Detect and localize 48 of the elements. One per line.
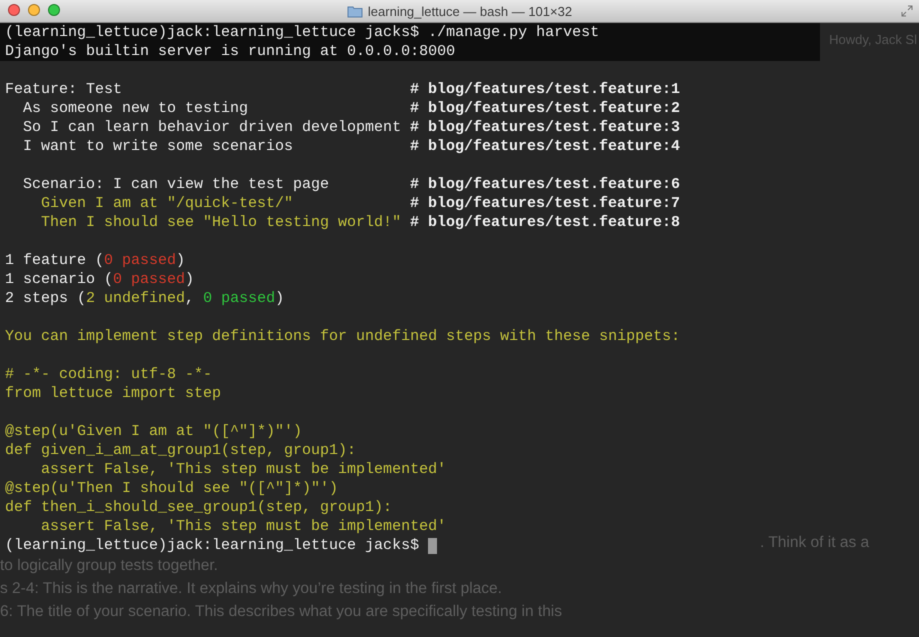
terminal-comment: # blog/features/test.feature:8	[410, 213, 680, 232]
window-title: learning_lettuce — bash — 101×32	[346, 4, 572, 18]
terminal-text: Scenario: I can view the test page	[22, 176, 330, 193]
terminal-text: @step(u'Then I should see "([^"]*)"')	[5, 479, 338, 498]
terminal-text: ,	[185, 289, 196, 308]
terminal-comment: # blog/features/test.feature:4	[410, 137, 680, 156]
text-cursor	[428, 538, 438, 554]
terminal-text: 0 passed	[113, 270, 186, 289]
close-button[interactable]	[8, 4, 20, 16]
terminal-text: @step(u'Given I am at "([^"]*)"')	[5, 422, 302, 441]
terminal-text: 1 scenario (	[5, 270, 114, 289]
terminal-text: You can implement step definitions for undefined steps with these snippets:	[5, 327, 680, 346]
terminal-text: def given_i_am_at_group1(step, group1):	[5, 441, 356, 460]
resize-icon[interactable]	[901, 5, 913, 17]
terminal-text: Django's builtin server is running at 0.0.0.0:8000	[5, 42, 456, 61]
terminal-text: )	[185, 270, 194, 289]
terminal-text: from lettuce import step	[5, 384, 222, 403]
terminal-comment: # blog/features/test.feature:7	[410, 194, 680, 213]
terminal-text: # -*- coding: utf-8 -*-	[5, 365, 212, 384]
terminal-text: So I can learn behavior driven development	[22, 119, 402, 136]
minimize-button[interactable]	[28, 4, 40, 16]
page-text: s 2-4: This is the narrative. It explains why you’re testing in the first place.	[0, 579, 503, 599]
terminal-text: )	[275, 289, 284, 308]
terminal-text: def then_i_should_see_group1(step, group1):	[5, 498, 392, 517]
terminal-text: assert False, 'This step must be implemented'	[40, 517, 446, 536]
terminal-text: Feature: Test	[5, 81, 122, 98]
terminal-text: 2 steps (	[5, 289, 86, 308]
terminal-text: assert False, 'This step must be implemented'	[40, 460, 446, 479]
terminal-comment: # blog/features/test.feature:3	[410, 118, 680, 137]
terminal-text: 2 undefined	[86, 289, 186, 308]
page-text: to logically group tests together.	[0, 556, 219, 576]
terminal-text: )	[176, 251, 186, 270]
terminal-text: Then I should see "Hello testing world!"	[40, 214, 402, 231]
zoom-button[interactable]	[48, 4, 60, 16]
page-text: 6: The title of your scenario. This describes what you are specifically testing in this	[0, 602, 564, 622]
terminal-comment: # blog/features/test.feature:1	[410, 80, 680, 99]
terminal-text: (learning_lettuce)jack:learning_lettuce jacks$	[5, 536, 420, 555]
terminal-text: 0 passed	[104, 251, 176, 270]
terminal-text: (learning_lettuce)jack:learning_lettuce jacks$ ./manage.py harvest	[5, 23, 600, 42]
terminal-comment: # blog/features/test.feature:6	[410, 175, 680, 194]
terminal-text: I want to write some scenarios	[22, 138, 294, 155]
terminal-comment: # blog/features/test.feature:2	[410, 99, 680, 118]
terminal-text: Given I am at "/quick-test/"	[40, 195, 294, 212]
terminal-text: 0 passed	[203, 289, 276, 308]
terminal-text: As someone new to testing	[22, 100, 248, 117]
terminal-text: 1 feature (	[5, 251, 104, 270]
page-text: . Think of it as a	[760, 533, 870, 553]
folder-icon	[346, 4, 363, 18]
